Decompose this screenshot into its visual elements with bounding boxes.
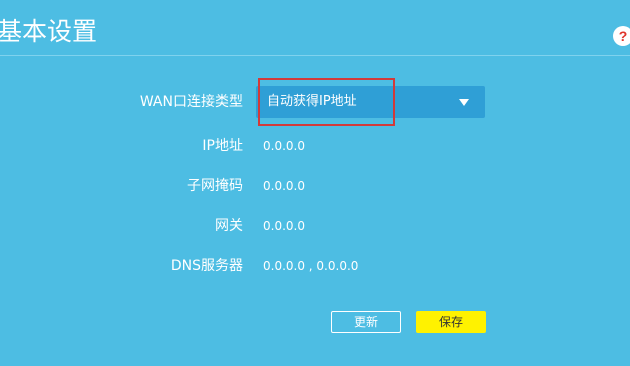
subnet-value: 0.0.0.0 xyxy=(263,179,305,193)
chevron-down-icon[interactable] xyxy=(459,99,469,106)
dns-value: 0.0.0.0 , 0.0.0.0 xyxy=(263,259,359,273)
header-divider xyxy=(0,55,630,56)
refresh-button[interactable]: 更新 xyxy=(331,311,401,333)
save-button[interactable]: 保存 xyxy=(416,311,486,333)
gateway-label: 网关 xyxy=(215,218,243,234)
subnet-label: 子网掩码 xyxy=(187,178,243,194)
gateway-value: 0.0.0.0 xyxy=(263,219,305,233)
ip-label: IP地址 xyxy=(202,138,243,154)
ip-value: 0.0.0.0 xyxy=(263,139,305,153)
help-icon[interactable]: ? xyxy=(613,26,630,46)
dns-label: DNS服务器 xyxy=(170,258,243,274)
wan-type-label: WAN口连接类型 xyxy=(139,94,243,110)
page-title: 基本设置 xyxy=(0,17,98,46)
highlight-annotation xyxy=(258,78,395,126)
